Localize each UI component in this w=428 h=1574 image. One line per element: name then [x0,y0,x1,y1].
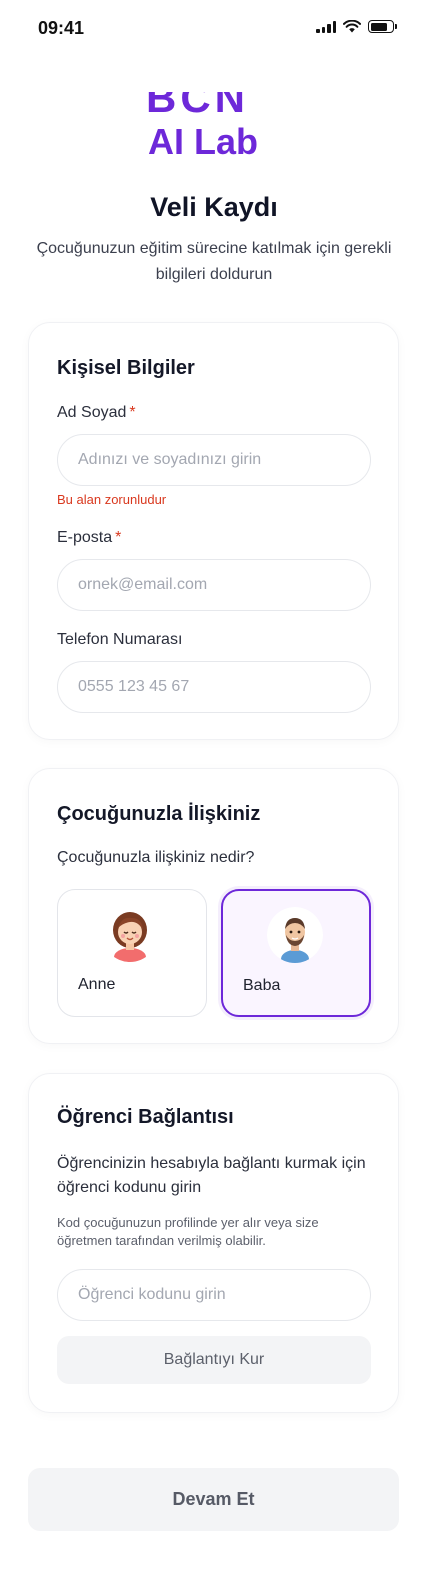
relationship-card: Çocuğunuzla İlişkiniz Çocuğunuzla ilişki… [28,768,399,1044]
status-time: 09:41 [38,18,85,38]
relationship-option-baba[interactable]: Baba [221,889,371,1017]
logo-bottom-text: AI Lab [148,121,259,162]
name-input-placeholder: Adınızı ve soyadınızı girin [78,451,262,468]
logo-top-text: BCN [146,92,249,121]
student-code-placeholder: Öğrenci kodunu girin [78,1286,226,1303]
relationship-question: Çocuğunuzla ilişkiniz nedir? [57,849,255,866]
connect-button-label: Bağlantıyı Kur [163,1351,265,1368]
student-code-input[interactable]: Öğrenci kodunu girin [57,1269,371,1321]
relationship-option-label: Anne [78,976,116,993]
continue-button-label: Devam Et [172,1489,255,1509]
student-connection-card: Öğrenci Bağlantısı Öğrencinizin hesabıyl… [28,1073,399,1413]
status-bar: 09:41 [0,0,428,58]
name-input[interactable]: Adınızı ve soyadınızı girin [57,434,371,486]
personal-info-card: Kişisel Bilgiler Ad Soyad * Adınızı ve so… [28,322,399,740]
name-error-message: Bu alan zorunludur [57,492,167,507]
phone-input-placeholder: 0555 123 45 67 [78,678,190,695]
email-label: E-posta * [57,529,121,547]
connect-button[interactable]: Bağlantıyı Kur [57,1336,371,1384]
page-title: Veli Kaydı [150,192,278,222]
status-icons [316,20,397,33]
email-label-text: E-posta [57,529,113,546]
phone-label: Telefon Numarası [57,631,183,648]
app-logo: BCN AI Lab [146,92,282,162]
mother-avatar-icon [113,912,147,962]
name-label-text: Ad Soyad [57,404,127,421]
student-connection-description: Öğrencinizin hesabıyla bağlantı kurmak i… [57,1155,366,1196]
phone-input[interactable]: 0555 123 45 67 [57,661,371,713]
required-mark: * [129,404,136,421]
email-input[interactable]: ornek@email.com [57,559,371,611]
required-mark: * [115,529,122,546]
email-input-placeholder: ornek@email.com [78,576,208,593]
student-connection-title: Öğrenci Bağlantısı [57,1106,234,1128]
name-label: Ad Soyad * [57,404,136,422]
relationship-option-label: Baba [243,977,281,994]
cellular-signal-icon [316,20,336,33]
battery-icon [368,20,397,33]
page-subtitle: Çocuğunuzun eğitim sürecine katılmak içi… [36,240,392,283]
father-avatar-icon [267,907,323,963]
personal-info-title: Kişisel Bilgiler [57,357,195,379]
relationship-title: Çocuğunuzla İlişkiniz [57,803,261,825]
student-code-hint: Kod çocuğunuzun profilinde yer alır veya… [57,1215,319,1248]
relationship-option-anne[interactable]: Anne [57,889,207,1017]
continue-button[interactable]: Devam Et [28,1468,399,1531]
wifi-icon [343,20,361,33]
